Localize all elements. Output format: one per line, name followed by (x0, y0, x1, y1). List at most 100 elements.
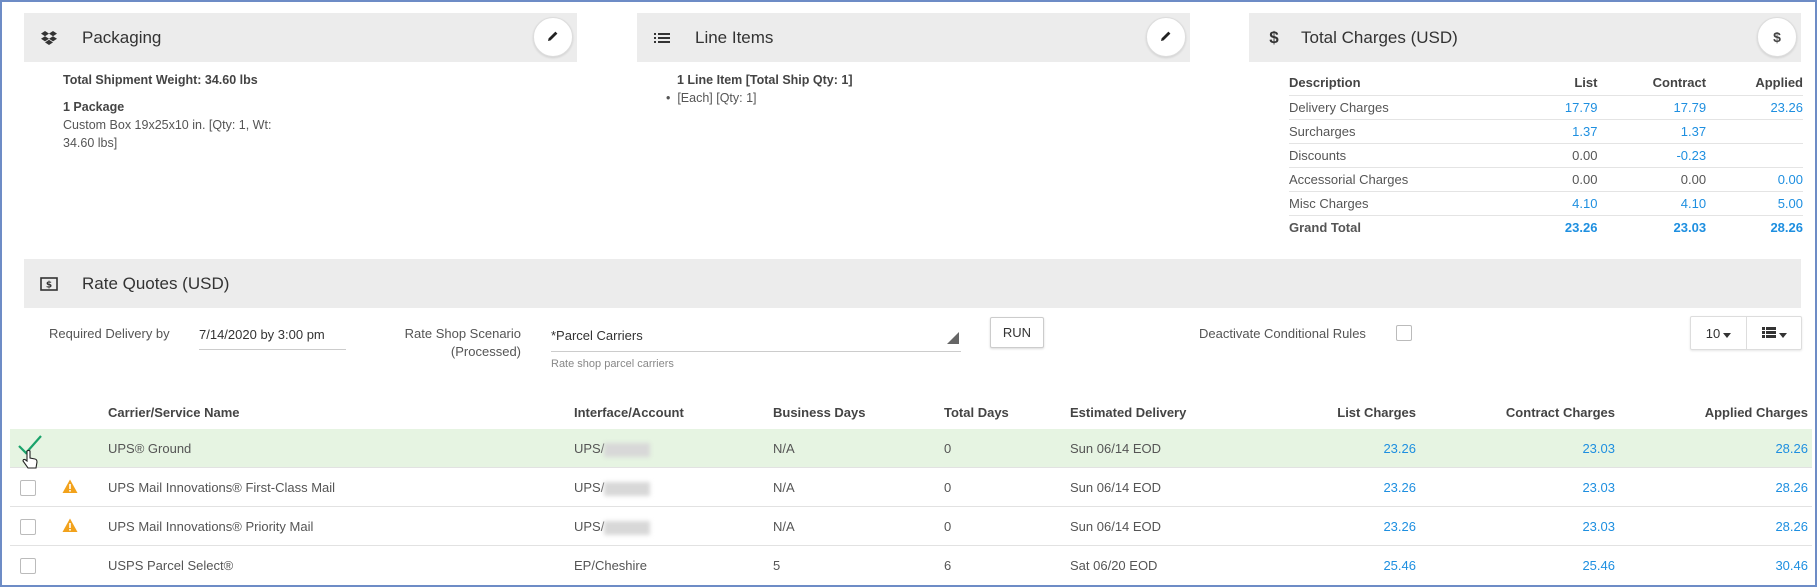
col-estimated-delivery[interactable]: Estimated Delivery (1070, 405, 1186, 420)
caret-down-icon (1778, 326, 1787, 341)
charges-col-contract: Contract (1652, 75, 1707, 91)
grand-total-contract[interactable]: 23.03 (1597, 214, 1707, 239)
scenario-hint: Rate shop parcel carriers (551, 358, 674, 370)
charge-applied (1706, 142, 1803, 167)
list-charges[interactable]: 25.46 (1222, 558, 1416, 573)
rate-quotes-title: Rate Quotes (USD) (82, 273, 230, 293)
total-charges-currency-button[interactable]: $ (1757, 17, 1797, 57)
redacted-account (604, 520, 651, 535)
dollar-icon: $ (1269, 27, 1279, 47)
packaging-panel-header: Packaging (24, 13, 577, 62)
bullet-dot: • (666, 91, 678, 105)
line-item-text: [Each] [Qty: 1] (677, 91, 757, 105)
grand-total-applied[interactable]: 28.26 (1706, 214, 1803, 239)
contract-charges[interactable]: 23.03 (1422, 519, 1615, 534)
contract-charges[interactable]: 25.46 (1422, 558, 1615, 573)
dropbox-icon (38, 30, 60, 46)
applied-charges[interactable]: 30.46 (1622, 558, 1808, 573)
redacted-account (604, 481, 651, 496)
carrier-name: UPS® Ground (108, 441, 192, 456)
business-days: N/A (773, 480, 795, 495)
packaging-edit-button[interactable] (533, 17, 573, 57)
list-charges[interactable]: 23.26 (1222, 519, 1416, 534)
charge-applied (1706, 118, 1803, 143)
charges-row: Misc Charges 4.10 4.10 5.00 (1289, 190, 1803, 215)
page-size-value: 10 (1705, 325, 1721, 341)
charge-contract[interactable]: 17.79 (1597, 94, 1707, 119)
rate-quote-row[interactable]: UPS Mail Innovations® Priority Mail UPS/… (10, 507, 1812, 546)
charge-contract: 0.00 (1597, 166, 1707, 191)
charge-contract[interactable]: -0.23 (1597, 142, 1707, 167)
warning-icon (62, 479, 78, 497)
charge-applied[interactable]: 5.00 (1706, 190, 1803, 215)
charge-desc: Misc Charges (1289, 190, 1532, 215)
business-days: N/A (773, 519, 795, 534)
charge-list: 0.00 (1531, 142, 1598, 167)
charges-header-row: Description List Contract Applied (1289, 75, 1803, 95)
rate-quote-row[interactable]: USPS Parcel Select® EP/Cheshire 5 6 Sat … (10, 546, 1812, 585)
col-total-days[interactable]: Total Days (944, 405, 1009, 420)
applied-charges[interactable]: 28.26 (1622, 480, 1808, 495)
line-items-edit-button[interactable] (1146, 17, 1186, 57)
total-days: 0 (944, 480, 952, 495)
charges-col-description: Description (1289, 75, 1361, 91)
charge-list[interactable]: 17.79 (1531, 94, 1598, 119)
page-size-dropdown[interactable]: 10 (1691, 317, 1747, 349)
list-charges[interactable]: 23.26 (1222, 441, 1416, 456)
contract-charges[interactable]: 23.03 (1422, 441, 1615, 456)
carrier-name: UPS Mail Innovations® First-Class Mail (108, 480, 336, 495)
line-item-bullet: • [Each] [Qty: 1] (666, 91, 757, 105)
package-desc-line1: Custom Box 19x25x10 in. [Qty: 1, Wt: (63, 118, 272, 132)
col-contract-charges[interactable]: Contract Charges (1422, 405, 1615, 420)
charges-table: Description List Contract Applied Delive… (1289, 75, 1803, 239)
rate-quotes-panel-header: $ Rate Quotes (USD) (24, 259, 1801, 308)
charge-contract[interactable]: 4.10 (1597, 190, 1707, 215)
business-days: N/A (773, 441, 795, 456)
charge-list[interactable]: 1.37 (1531, 118, 1598, 143)
business-days: 5 (773, 558, 781, 573)
run-button[interactable]: RUN (990, 317, 1044, 348)
grand-total-list[interactable]: 23.26 (1531, 214, 1598, 239)
applied-charges[interactable]: 28.26 (1622, 519, 1808, 534)
scenario-select[interactable]: *Parcel Carriers (551, 328, 961, 352)
charges-row: Accessorial Charges 0.00 0.00 0.00 (1289, 166, 1803, 191)
col-list-charges[interactable]: List Charges (1222, 405, 1416, 420)
rate-quote-row[interactable]: UPS® Ground UPS/ N/A 0 Sun 06/14 EOD 23.… (10, 429, 1812, 469)
required-delivery-input[interactable]: 7/14/2020 by 3:00 pm (199, 327, 346, 350)
carrier-name: UPS Mail Innovations® Priority Mail (108, 519, 314, 534)
scenario-label-1: Rate Shop Scenario (404, 326, 521, 341)
charge-desc: Surcharges (1289, 118, 1532, 143)
scenario-select-value: *Parcel Carriers (551, 328, 643, 343)
rate-quote-row[interactable]: UPS Mail Innovations® First-Class Mail U… (10, 468, 1812, 507)
estimated-delivery: Sat 06/20 EOD (1070, 558, 1158, 573)
charges-col-list: List (1574, 75, 1598, 91)
col-carrier[interactable]: Carrier/Service Name (108, 405, 240, 420)
interface-account: UPS/ (574, 441, 651, 457)
charge-contract[interactable]: 1.37 (1597, 118, 1707, 143)
row-checkbox[interactable] (20, 519, 36, 535)
estimated-delivery: Sun 06/14 EOD (1070, 519, 1162, 534)
col-business-days[interactable]: Business Days (773, 405, 866, 420)
dropdown-corner-icon (947, 332, 959, 347)
list-charges[interactable]: 23.26 (1222, 480, 1416, 495)
columns-menu-button[interactable] (1747, 317, 1801, 349)
warning-icon (62, 518, 78, 536)
charge-applied[interactable]: 23.26 (1706, 94, 1803, 119)
pencil-icon (547, 30, 559, 45)
list-view-icon (1761, 326, 1776, 341)
interface-account: UPS/ (574, 480, 651, 496)
charge-applied[interactable]: 0.00 (1706, 166, 1803, 191)
line-items-panel-header: Line Items (637, 13, 1190, 62)
charge-list[interactable]: 4.10 (1531, 190, 1598, 215)
row-checkbox[interactable] (20, 558, 36, 574)
charges-row: Delivery Charges 17.79 17.79 23.26 (1289, 94, 1803, 119)
col-applied-charges[interactable]: Applied Charges (1622, 405, 1808, 420)
applied-charges[interactable]: 28.26 (1622, 441, 1808, 456)
contract-charges[interactable]: 23.03 (1422, 480, 1615, 495)
col-interface[interactable]: Interface/Account (574, 405, 684, 420)
deactivate-rules-checkbox[interactable] (1396, 325, 1412, 341)
row-checkbox[interactable] (20, 480, 36, 496)
charges-col-applied: Applied (1755, 75, 1803, 91)
caret-down-icon (1723, 326, 1732, 341)
charge-desc: Accessorial Charges (1289, 166, 1532, 191)
